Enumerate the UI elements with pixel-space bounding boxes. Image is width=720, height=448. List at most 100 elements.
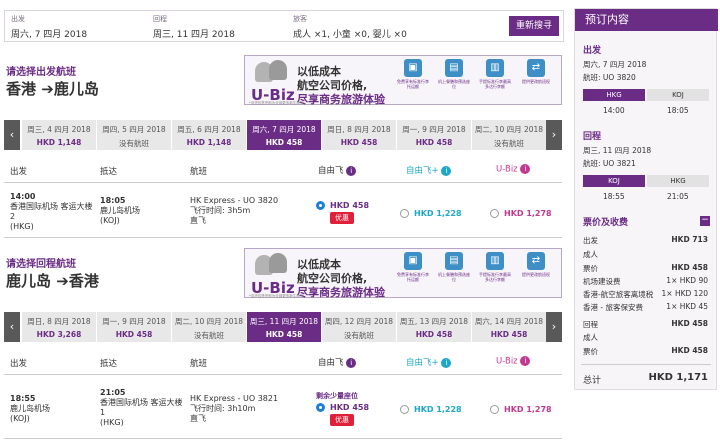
outbound-departure-info: 14:00 香港国际机场 客运大楼 2 (HKG) xyxy=(10,192,93,231)
fare-radio-selected[interactable] xyxy=(316,403,325,412)
fee-value: 1× HKD 120 xyxy=(661,289,708,298)
return-date-selector: ‹ 周日, 8 四月 2018 HKD 3,268 周一, 9 四月 2018 HK… xyxy=(4,312,562,342)
feature-baggage: ▣ 免费享有标准行李托运额 xyxy=(397,252,429,282)
fee-value: HKD 713 xyxy=(671,235,708,244)
prev-dates-arrow-icon[interactable]: ‹ xyxy=(4,312,20,342)
return-date[interactable]: 周三, 11 四月 2018 xyxy=(153,27,235,40)
date-cell[interactable]: 周二, 10 四月 2018 没有航班 xyxy=(472,120,546,150)
research-button[interactable]: 重新搜寻 xyxy=(509,16,559,36)
summary-outbound-heading: 出发 xyxy=(583,46,602,56)
col-fare-free-plus: 自由飞+ i xyxy=(406,356,452,368)
date-cell[interactable]: 周一, 9 四月 2018 HKD 458 xyxy=(97,312,171,342)
info-icon[interactable]: i xyxy=(346,357,357,368)
date-cell-selected[interactable]: 周六, 7 四月 2018 HKD 458 xyxy=(247,120,321,150)
fee-value: HKD 458 xyxy=(671,263,708,272)
person-icon xyxy=(269,253,287,273)
col-fare-free-plus: 自由飞+ i xyxy=(406,164,452,176)
collapse-minus-icon[interactable]: − xyxy=(700,216,710,226)
banner-fine-print: *该货包售完即为全部更多新生商务 xyxy=(249,101,304,105)
outbound-date[interactable]: 周六, 7 四月 2018 xyxy=(11,27,87,40)
return-route: 鹿儿岛 ➔香港 xyxy=(6,270,99,291)
date-cell[interactable]: 周一, 9 四月 2018 HKD 458 xyxy=(397,120,471,150)
arrow-right-icon: ➔ xyxy=(41,80,54,98)
fare-price: HKD 1,278 xyxy=(504,209,552,218)
info-icon[interactable]: i xyxy=(346,165,357,176)
feature-meal-seat: ▤ 机上餐膳和预选座位 xyxy=(438,59,470,89)
summary-return-arr-time: 21:05 xyxy=(667,192,689,201)
fee-label: 回程 xyxy=(583,320,598,329)
fare-radio[interactable] xyxy=(490,209,499,218)
fare-radio-selected[interactable] xyxy=(316,201,325,210)
summary-title: 预订内容 xyxy=(575,9,718,31)
col-fare-free: 自由飞 i xyxy=(318,164,357,176)
ubiz-banner[interactable]: U-Biz 以低成本 航空公司价格, 尽享商务旅游体验 *该货包售完即为全部更多… xyxy=(244,248,562,299)
fare-radio[interactable] xyxy=(490,405,499,414)
info-icon[interactable]: i xyxy=(441,165,452,176)
seat-icon: ▤ xyxy=(445,59,463,77)
info-icon[interactable]: i xyxy=(441,357,452,368)
deal-badge: 优惠 xyxy=(330,212,354,224)
date-cell[interactable]: 周四, 12 四月 2018 没有航班 xyxy=(322,312,396,342)
summary-return-flight: 航班: UO 3821 xyxy=(583,159,636,168)
fee-label: 票价 xyxy=(583,264,598,273)
summary-return-date: 周三, 11 四月 2018 xyxy=(583,146,652,155)
feature-change: ⇄ 提供更改航班权 xyxy=(520,59,552,84)
next-dates-arrow-icon[interactable]: › xyxy=(546,120,562,150)
col-fare-free: 自由飞 i xyxy=(318,356,357,368)
fare-price: HKD 458 xyxy=(330,403,370,412)
route-to: 香港 xyxy=(68,272,99,290)
fee-value: 1× HKD 90 xyxy=(666,276,708,285)
fee-label: 香港 - 旅客保安费 xyxy=(583,303,643,312)
return-flight-info: HK Express - UO 3821 飞行时间: 3h10m 直飞 xyxy=(190,394,279,423)
fee-label: 出发 xyxy=(583,236,598,245)
fare-price: HKD 1,228 xyxy=(414,405,462,414)
date-cell[interactable]: 周五, 6 四月 2018 HKD 1,148 xyxy=(172,120,246,150)
outbound-flight-info: HK Express - UO 3820 飞行时间: 3h5m 直飞 xyxy=(190,196,279,225)
divider xyxy=(4,374,562,375)
banner-line-3: 尽享商务旅游体验 xyxy=(297,286,385,299)
ubiz-banner[interactable]: U-Biz 以低成本 航空公司价格, 尽享商务旅游体验 *该货包售完即为全部更多… xyxy=(244,55,562,106)
feature-carry-on: ▥ 手提标准行李最高多达行李额 xyxy=(479,252,511,282)
date-cell-selected[interactable]: 周三, 11 四月 2018 HKD 458 xyxy=(247,312,321,342)
banner-line-3: 尽享商务旅游体验 xyxy=(297,93,385,106)
fare-price: HKD 458 xyxy=(330,201,370,210)
return-arrival-info: 21:05 香港国际机场 客运大楼 1 (HKG) xyxy=(100,388,183,427)
feature-change: ⇄ 提供更改航班权 xyxy=(520,252,552,277)
date-cell[interactable]: 周日, 8 四月 2018 HKD 3,268 xyxy=(22,312,96,342)
date-cell[interactable]: 周二, 10 四月 2018 没有航班 xyxy=(172,312,246,342)
feature-meal-seat: ▤ 机上餐膳和预选座位 xyxy=(438,252,470,282)
col-depart: 出发 xyxy=(10,167,28,177)
suitcase-icon: ▣ xyxy=(404,59,422,77)
fee-value: 1× HKD 45 xyxy=(666,302,708,311)
seats-left-note: 剩余少量座位 xyxy=(316,392,358,400)
summary-outbound-dep-time: 14:00 xyxy=(603,106,625,115)
prev-dates-arrow-icon[interactable]: ‹ xyxy=(4,120,20,150)
divider xyxy=(581,364,711,365)
col-arrive: 抵达 xyxy=(100,167,118,177)
date-cell[interactable]: 周六, 14 四月 2018 HKD 458 xyxy=(472,312,546,342)
info-icon[interactable]: i xyxy=(520,164,531,174)
search-summary-bar: 出发 周六, 7 四月 2018 回程 周三, 11 四月 2018 旅客 成人… xyxy=(4,10,564,42)
col-arrive: 抵达 xyxy=(100,359,118,369)
next-dates-arrow-icon[interactable]: › xyxy=(546,312,562,342)
summary-outbound-flight: 航班: UO 3820 xyxy=(583,73,636,82)
summary-outbound-arr-time: 18:05 xyxy=(667,106,689,115)
date-cell[interactable]: 周五, 13 四月 2018 HKD 458 xyxy=(397,312,471,342)
fare-radio[interactable] xyxy=(400,209,409,218)
fare-radio[interactable] xyxy=(400,405,409,414)
passengers-value[interactable]: 成人 ×1, 小童 ×0, 婴儿 ×0 xyxy=(293,27,407,40)
info-icon[interactable]: i xyxy=(520,356,531,366)
divider xyxy=(4,438,562,439)
fee-label: 票价 xyxy=(583,347,598,356)
fee-value: HKD 458 xyxy=(671,346,708,355)
divider xyxy=(4,237,562,238)
date-cell[interactable]: 周日, 8 四月 2018 HKD 458 xyxy=(322,120,396,150)
fee-label: 成人 xyxy=(583,333,598,342)
fare-price: HKD 1,228 xyxy=(414,209,462,218)
fee-label: 成人 xyxy=(583,250,598,259)
summary-outbound-date: 周六, 7 四月 2018 xyxy=(583,60,647,69)
outbound-section-title: 请选择出发航班 xyxy=(6,67,76,78)
fee-label: 香港-航空旅客离境税 xyxy=(583,290,654,299)
date-cell[interactable]: 周四, 5 四月 2018 没有航班 xyxy=(97,120,171,150)
date-cell[interactable]: 周三, 4 四月 2018 HKD 1,148 xyxy=(22,120,96,150)
